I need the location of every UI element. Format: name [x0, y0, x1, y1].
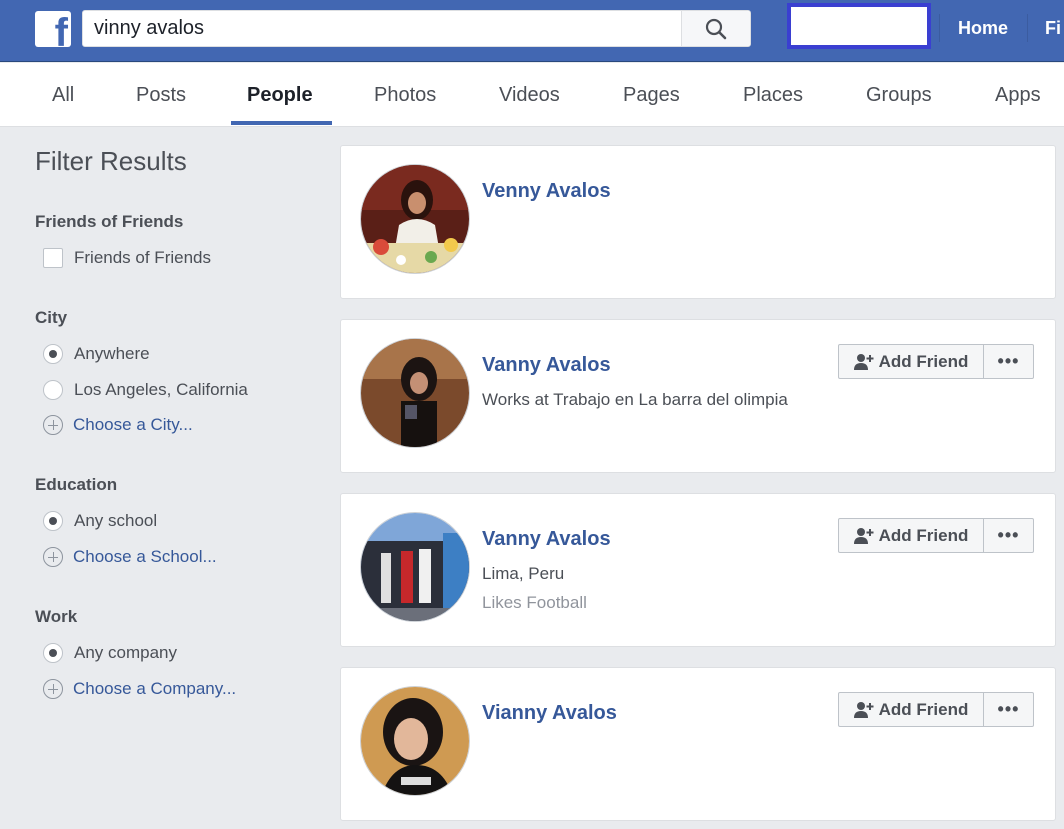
choose-company-link[interactable]: Choose a Company...: [43, 678, 236, 700]
search-box: [82, 10, 751, 47]
person-name-link[interactable]: Venny Avalos: [482, 180, 611, 203]
add-friend-button[interactable]: Add Friend: [838, 518, 984, 553]
checkbox-icon[interactable]: [43, 248, 63, 268]
filter-heading-friends: Friends of Friends: [35, 212, 184, 231]
find-friends-link[interactable]: Fi: [1045, 18, 1061, 39]
more-options-button[interactable]: •••: [984, 518, 1034, 553]
search-input[interactable]: [83, 11, 681, 46]
filter-heading-education: Education: [35, 475, 118, 494]
person-name-link[interactable]: Vianny Avalos: [482, 702, 617, 725]
avatar[interactable]: [360, 164, 470, 274]
filter-option-label: Choose a City...: [73, 415, 193, 434]
nav-divider: [939, 14, 940, 42]
top-bar: f Home Fi: [0, 0, 1064, 62]
person-result-card: Vanny Avalos Lima, Peru Likes Football A…: [340, 493, 1056, 647]
radio-selected-icon[interactable]: [43, 511, 63, 531]
filter-option-label: Any school: [74, 511, 158, 530]
avatar[interactable]: [360, 512, 470, 622]
plus-circle-icon: [43, 415, 63, 435]
filter-any-school[interactable]: Any school: [43, 510, 157, 532]
tab-all[interactable]: All: [52, 63, 74, 126]
person-name-link[interactable]: Vanny Avalos: [482, 354, 611, 377]
tab-places[interactable]: Places: [743, 63, 803, 126]
filter-city-anywhere[interactable]: Anywhere: [43, 343, 150, 365]
person-result-card: Vanny Avalos Works at Trabajo en La barr…: [340, 319, 1056, 473]
filter-option-label: Any company: [74, 643, 177, 662]
plus-circle-icon: [43, 679, 63, 699]
search-button[interactable]: [681, 11, 750, 46]
nav-divider: [1027, 14, 1028, 42]
radio-selected-icon[interactable]: [43, 344, 63, 364]
tab-pages[interactable]: Pages: [623, 63, 680, 126]
magnifier-icon: [705, 18, 727, 39]
tab-videos[interactable]: Videos: [499, 63, 560, 126]
tab-posts[interactable]: Posts: [136, 63, 186, 126]
filter-option-label: Friends of Friends: [74, 248, 211, 267]
person-result-card: Vianny Avalos Add Friend •••: [340, 667, 1056, 821]
choose-city-link[interactable]: Choose a City...: [43, 414, 193, 436]
facebook-logo-letter: f: [54, 11, 68, 47]
add-friend-icon: [853, 353, 874, 370]
tab-groups[interactable]: Groups: [866, 63, 932, 126]
person-location-info: Lima, Peru: [482, 564, 565, 583]
avatar[interactable]: [360, 686, 470, 796]
filter-option-label: Choose a School...: [73, 547, 217, 566]
filter-option-label: Los Angeles, California: [74, 380, 248, 399]
person-likes-info: Likes Football: [482, 593, 587, 612]
filter-results-title: Filter Results: [35, 146, 187, 176]
plus-circle-icon: [43, 547, 63, 567]
filter-heading-city: City: [35, 308, 68, 327]
facebook-logo[interactable]: f: [35, 11, 71, 47]
tab-apps[interactable]: Apps: [995, 63, 1041, 126]
search-tabs: All Posts People Photos Videos Pages Pla…: [0, 63, 1064, 127]
add-friend-label: Add Friend: [878, 699, 969, 719]
tab-people[interactable]: People: [247, 63, 313, 126]
more-options-button[interactable]: •••: [984, 344, 1034, 379]
person-result-card: Venny Avalos: [340, 145, 1056, 299]
radio-selected-icon[interactable]: [43, 643, 63, 663]
filter-any-company[interactable]: Any company: [43, 642, 177, 664]
active-tab-indicator: [231, 121, 332, 125]
add-friend-icon: [853, 527, 874, 544]
filter-friends-of-friends[interactable]: Friends of Friends: [43, 247, 211, 269]
filter-city-los-angeles[interactable]: Los Angeles, California: [43, 379, 248, 401]
add-friend-label: Add Friend: [878, 525, 969, 545]
filter-option-label: Choose a Company...: [73, 679, 237, 698]
add-friend-icon: [853, 701, 874, 718]
radio-icon[interactable]: [43, 380, 63, 400]
add-friend-button[interactable]: Add Friend: [838, 692, 984, 727]
person-name-link[interactable]: Vanny Avalos: [482, 528, 611, 551]
add-friend-button[interactable]: Add Friend: [838, 344, 984, 379]
tab-photos[interactable]: Photos: [374, 63, 436, 126]
filter-heading-work: Work: [35, 607, 78, 626]
more-options-button[interactable]: •••: [984, 692, 1034, 727]
choose-school-link[interactable]: Choose a School...: [43, 546, 217, 568]
avatar[interactable]: [360, 338, 470, 448]
person-work-info: Works at Trabajo en La barra del olimpia: [482, 390, 788, 409]
profile-link-highlight[interactable]: [787, 3, 931, 49]
add-friend-label: Add Friend: [878, 351, 969, 371]
filter-option-label: Anywhere: [74, 344, 150, 363]
home-link[interactable]: Home: [958, 18, 1008, 39]
